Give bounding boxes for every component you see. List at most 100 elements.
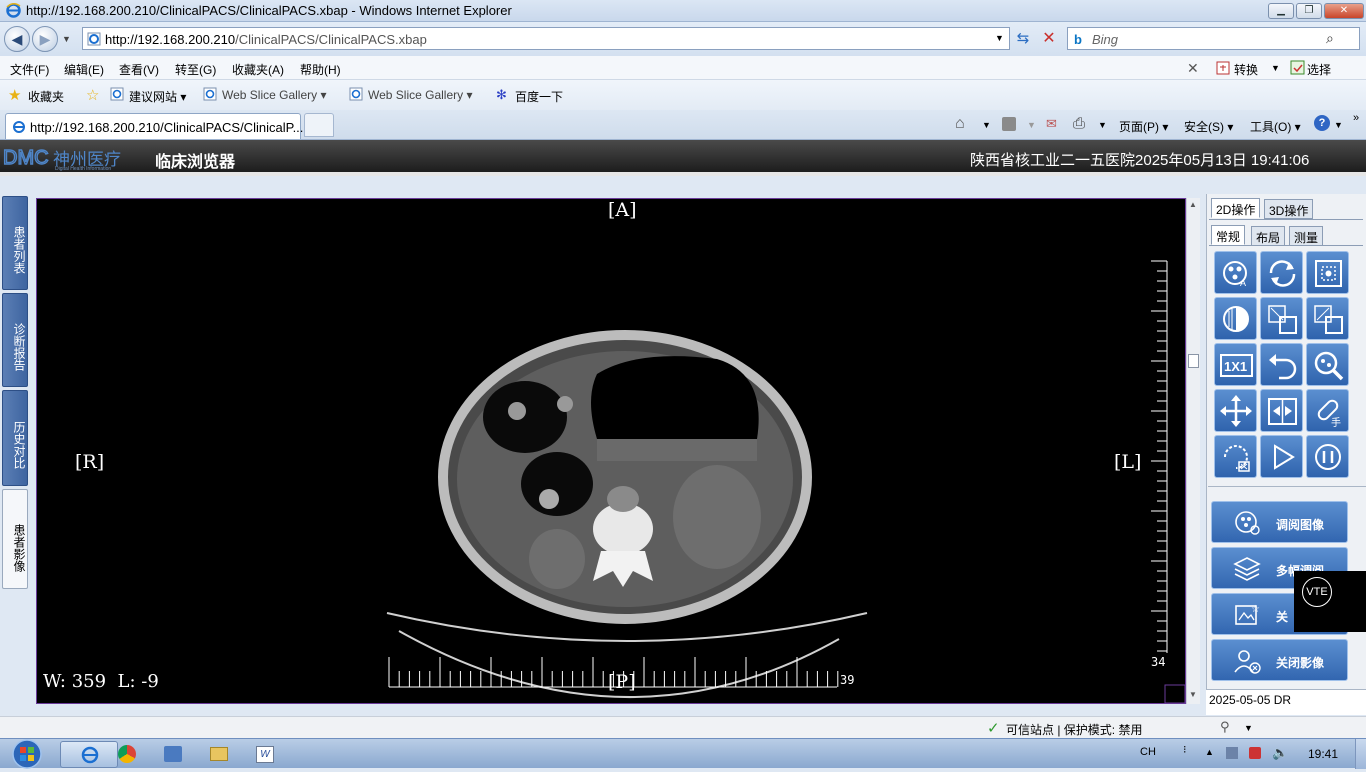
flip-vertical-tool[interactable] <box>1306 297 1349 340</box>
back-button[interactable]: ◀ <box>4 26 30 52</box>
scroll-down-icon[interactable]: ▼ <box>1189 690 1197 699</box>
pause-tool[interactable] <box>1306 435 1349 478</box>
ime-options-icon[interactable]: ⁝ <box>1183 743 1187 756</box>
fit-window-tool[interactable] <box>1306 251 1349 294</box>
print-icon[interactable]: ⎙ <box>1073 115 1085 132</box>
volume-icon[interactable]: 🔈 <box>1272 745 1288 761</box>
cine-tool[interactable] <box>1214 435 1257 478</box>
add-favorite-icon[interactable]: ☆ <box>86 86 99 104</box>
favorites-button[interactable]: 收藏夹 <box>28 88 64 105</box>
tray-expand-icon[interactable]: ▲ <box>1205 747 1214 757</box>
search-icon[interactable]: ⌕ <box>1326 30 1334 47</box>
chrome-icon[interactable] <box>118 745 136 763</box>
translate-button[interactable]: 转换 <box>1234 61 1258 78</box>
magnify-tool[interactable] <box>1306 343 1349 386</box>
taskbar-ie-button[interactable] <box>60 741 118 768</box>
orientation-left: [L] <box>1114 451 1142 473</box>
pan-tool[interactable] <box>1214 389 1257 432</box>
tab-3d-operations[interactable]: 3D操作 <box>1264 199 1314 219</box>
remote-app-icon[interactable] <box>164 746 182 762</box>
address-dropdown-icon[interactable]: ▼ <box>995 33 1004 43</box>
image-viewport[interactable]: [A] [P] [R] [L] W: 359 L: -9 34 39 <box>36 198 1186 704</box>
scroll-up-icon[interactable]: ▲ <box>1189 200 1197 209</box>
svg-text:☆: ☆ <box>1251 604 1260 615</box>
close-toolbar-icon[interactable]: ✕ <box>1187 60 1199 77</box>
menu-goto[interactable]: 转至(G) <box>175 61 216 78</box>
print-dropdown-icon[interactable]: ▼ <box>1098 120 1107 130</box>
browser-tab-active[interactable]: http://192.168.200.210/ClinicalPACS/Clin… <box>5 113 303 139</box>
invert-tool[interactable] <box>1214 297 1257 340</box>
hand-measure-tool[interactable]: 手 <box>1306 389 1349 432</box>
help-dropdown-icon[interactable]: ▼ <box>1334 120 1343 130</box>
security-alert-icon[interactable] <box>1249 747 1261 759</box>
history-dropdown-icon[interactable]: ▼ <box>62 34 71 44</box>
tab-general[interactable]: 常规 <box>1211 225 1246 245</box>
view-images-button[interactable]: 调阅图像 <box>1211 501 1348 543</box>
word-icon[interactable]: W <box>256 746 274 763</box>
toolbar-overflow-icon[interactable]: » <box>1353 112 1359 124</box>
series-item[interactable]: 2025-05-05 DR <box>1209 693 1291 707</box>
one-to-one-tool[interactable]: 1X1 <box>1214 343 1257 386</box>
fav-baidu[interactable]: 百度一下 <box>515 88 563 105</box>
forward-button[interactable]: ▶ <box>32 26 58 52</box>
close-window-button[interactable]: ✕ <box>1324 3 1364 19</box>
maximize-button[interactable]: ❐ <box>1296 3 1322 19</box>
help-icon[interactable]: ? <box>1314 115 1330 131</box>
search-placeholder: Bing <box>1092 32 1119 47</box>
folder-icon[interactable] <box>210 747 228 761</box>
windows-taskbar: W CH ⁝ ▲ 🔈 19:41 <box>0 738 1366 769</box>
tools-menu[interactable]: 工具(O) ▾ <box>1250 118 1301 135</box>
browse-image-tool[interactable]: A <box>1214 251 1257 294</box>
fav-suggested-sites[interactable]: 建议网站 ▾ <box>129 88 186 105</box>
minimize-button[interactable]: ▁ <box>1268 3 1294 19</box>
zoom-icon[interactable]: ⚲ <box>1220 719 1230 735</box>
network-icon[interactable] <box>1226 747 1238 759</box>
search-box[interactable]: b Bing ⌕ <box>1067 27 1360 50</box>
home-icon[interactable]: ⌂ <box>955 115 965 133</box>
start-button[interactable] <box>8 739 46 769</box>
home-dropdown-icon[interactable]: ▼ <box>982 120 991 130</box>
tab-history-compare[interactable]: 历史对比 <box>2 390 28 486</box>
feeds-dropdown-icon[interactable]: ▼ <box>1027 120 1036 130</box>
tab-2d-operations[interactable]: 2D操作 <box>1211 198 1261 218</box>
new-tab-button[interactable] <box>304 113 334 137</box>
series-list: 2025-05-05 DR <box>1206 689 1366 715</box>
viewer-scrollbar[interactable]: ▲ ▼ <box>1186 198 1200 704</box>
undo-tool[interactable] <box>1260 343 1303 386</box>
show-desktop-button[interactable] <box>1355 739 1366 769</box>
address-path: /ClinicalPACS/ClinicalPACS.xbap <box>235 32 427 47</box>
vte-widget[interactable]: VTE <box>1294 571 1366 632</box>
tab-measure[interactable]: 测量 <box>1289 226 1324 246</box>
tab-diagnosis-report[interactable]: 诊断报告 <box>2 293 28 387</box>
feeds-icon[interactable] <box>1002 117 1016 131</box>
ime-indicator[interactable]: CH <box>1140 746 1156 758</box>
select-button[interactable]: 选择 <box>1307 61 1331 78</box>
tab-patient-list[interactable]: 患者列表 <box>2 196 28 290</box>
play-tool[interactable] <box>1260 435 1303 478</box>
refresh-icon[interactable]: ⇆ <box>1012 29 1034 49</box>
menu-help[interactable]: 帮助(H) <box>300 61 341 78</box>
fav-web-slice-gallery-2[interactable]: Web Slice Gallery ▾ <box>368 88 473 102</box>
menu-view[interactable]: 查看(V) <box>119 61 159 78</box>
close-image-button[interactable]: 关闭影像 <box>1211 639 1348 681</box>
page-menu[interactable]: 页面(P) ▾ <box>1119 118 1168 135</box>
scroll-thumb[interactable] <box>1188 354 1199 368</box>
mail-icon[interactable]: ✉ <box>1046 116 1057 132</box>
address-host: http://192.168.200.210 <box>105 32 236 47</box>
stop-icon[interactable]: ✕ <box>1038 28 1060 48</box>
menu-favorites[interactable]: 收藏夹(A) <box>232 61 284 78</box>
address-bar[interactable]: http://192.168.200.210/ClinicalPACS/Clin… <box>82 27 1010 50</box>
tab-patient-images[interactable]: 患者影像 <box>2 489 28 589</box>
rotate-tool[interactable] <box>1260 251 1303 294</box>
fav-web-slice-gallery-1[interactable]: Web Slice Gallery ▾ <box>222 88 327 102</box>
translate-dropdown-icon[interactable]: ▼ <box>1271 63 1280 73</box>
tab-layout[interactable]: 布局 <box>1251 226 1286 246</box>
flip-horizontal-tool[interactable] <box>1260 297 1303 340</box>
menu-file[interactable]: 文件(F) <box>10 61 49 78</box>
zoom-dropdown-icon[interactable]: ▼ <box>1244 723 1253 733</box>
menu-edit[interactable]: 编辑(E) <box>64 61 104 78</box>
mirror-tool[interactable] <box>1260 389 1303 432</box>
vte-badge[interactable]: VTE <box>1302 577 1332 607</box>
security-zone-status[interactable]: 可信站点 | 保护模式: 禁用 <box>1006 721 1142 738</box>
safety-menu[interactable]: 安全(S) ▾ <box>1184 118 1233 135</box>
